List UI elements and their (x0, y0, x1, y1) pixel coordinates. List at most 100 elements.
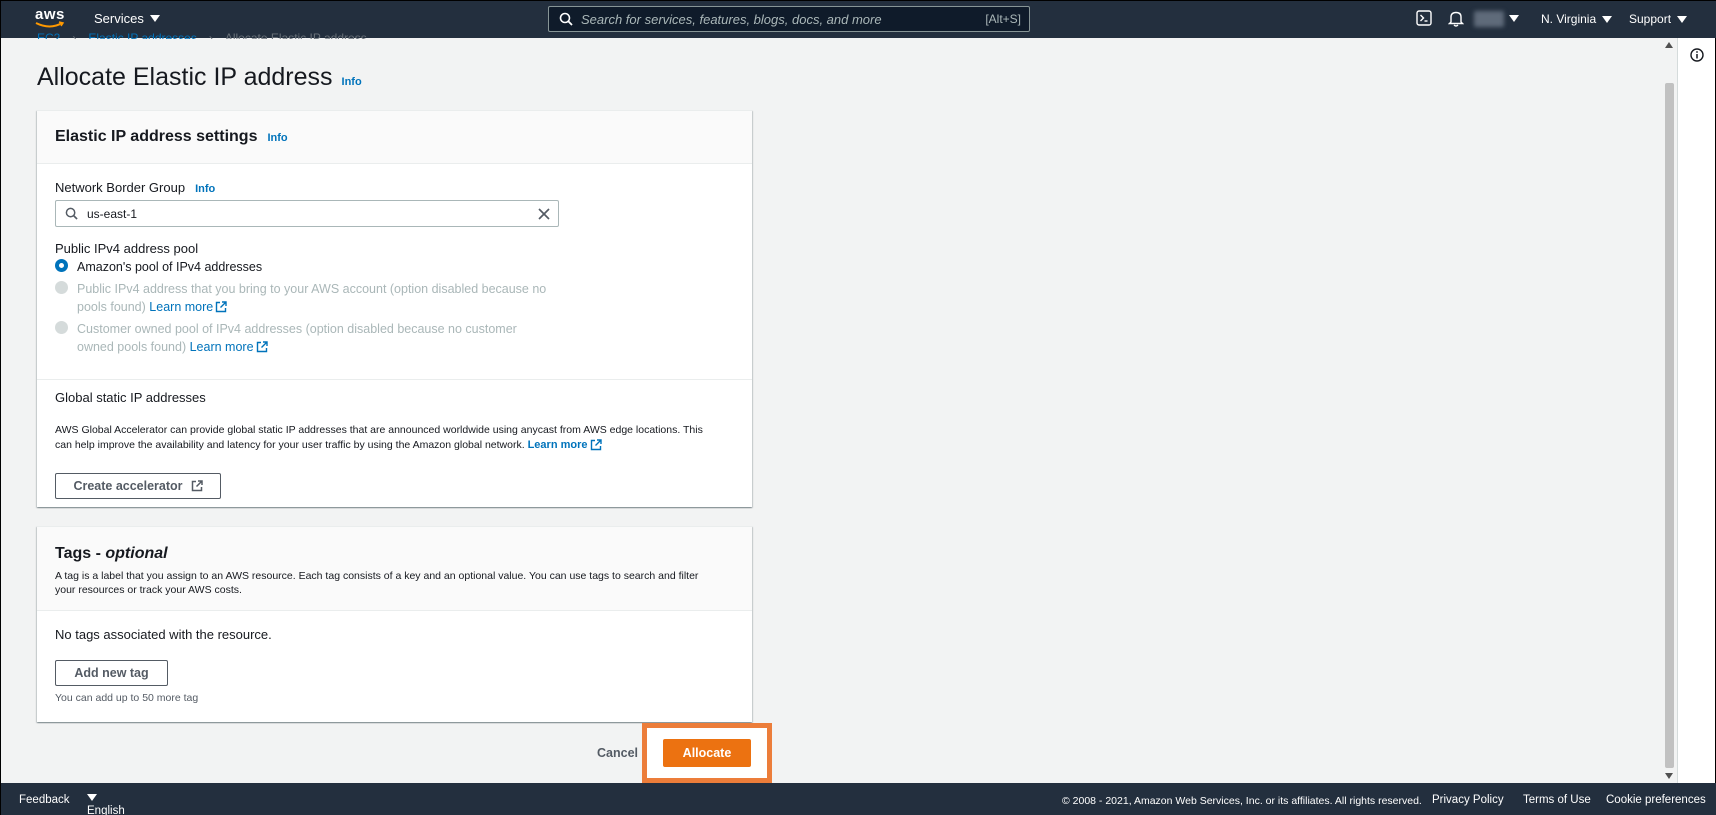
radio-amazon-pool-label: Amazon's pool of IPv4 addresses (77, 260, 263, 274)
radio-coip-line2: owned pools found) (77, 340, 187, 354)
tag-limit-note: You can add up to 50 more tag (55, 692, 199, 704)
services-menu-button[interactable]: Services (94, 11, 160, 26)
clear-icon[interactable] (538, 207, 550, 220)
scroll-up-arrow-icon[interactable] (1665, 42, 1673, 48)
ipv4-pool-label: Public IPv4 address pool (55, 241, 198, 256)
search-icon (559, 12, 573, 26)
info-icon[interactable] (1690, 48, 1704, 62)
ipv4-pool-label-text: Public IPv4 address pool (55, 241, 199, 256)
global-accelerator-desc-line2: can help improve the availability and la… (55, 438, 525, 451)
copyright-text: © 2008 - 2021, Amazon Web Services, Inc.… (1062, 795, 1422, 807)
account-menu-button[interactable] (1474, 11, 1504, 27)
create-accelerator-button[interactable]: Create accelerator (55, 473, 221, 499)
breadcrumb-item-elastic-ips[interactable]: Elastic IP addresses (88, 31, 197, 39)
aws-logo[interactable]: aws (35, 6, 67, 32)
feedback-link[interactable]: Feedback (19, 794, 70, 806)
coip-learn-more-text: Learn more (189, 340, 254, 354)
breadcrumb-separator: › (72, 31, 77, 39)
language-selector[interactable]: English (US) (87, 794, 125, 815)
tags-panel: Tags - optional A tag is a label that yo… (37, 526, 752, 722)
radio-coip-line1: Customer owned pool of IPv4 addresses (o… (77, 322, 517, 336)
radio-byoip-pool-label: Public IPv4 address that you bring to yo… (77, 280, 546, 316)
cloudshell-icon[interactable] (1416, 10, 1432, 26)
aws-smile-icon (35, 21, 65, 28)
elastic-ip-settings-panel: Elastic IP address settings Info Network… (37, 110, 752, 507)
console-footer: Feedback English (US) © 2008 - 2021, Ama… (1, 783, 1716, 815)
search-input[interactable] (581, 11, 986, 27)
page-info-link[interactable]: Info (342, 76, 362, 88)
external-link-icon (590, 439, 602, 450)
scrollbar-thumb[interactable] (1665, 83, 1674, 768)
region-selector[interactable]: N. Virginia (1541, 12, 1613, 26)
services-label: Services (94, 11, 144, 26)
coip-learn-more-link[interactable]: Learn more (190, 338, 268, 356)
no-tags-text: No tags associated with the resource. (55, 627, 272, 642)
tags-desc-line1: A tag is a label that you assign to an A… (55, 570, 699, 582)
network-border-group-select[interactable]: us-east-1 (55, 200, 559, 227)
network-border-group-label: Network Border Group Info (55, 180, 215, 195)
tags-description: A tag is a label that you assign to an A… (55, 570, 725, 597)
caret-down-icon (1677, 15, 1688, 23)
caret-down-icon (87, 794, 97, 801)
global-accelerator-desc-line1: AWS Global Accelerator can provide globa… (55, 424, 703, 436)
radio-customer-owned-pool: Customer owned pool of IPv4 addresses (o… (55, 320, 517, 356)
section-divider (37, 379, 752, 380)
caret-down-icon (149, 15, 160, 22)
global-accelerator-learn-more-link[interactable]: Learn more (528, 438, 602, 453)
radio-byoip-line1: Public IPv4 address that you bring to yo… (77, 282, 547, 296)
radio-byoip-line2: pools found) (77, 300, 146, 314)
external-link-icon (256, 341, 268, 353)
global-accelerator-description: AWS Global Accelerator can provide globa… (55, 423, 735, 452)
global-accelerator-learn-more-text: Learn more (527, 438, 588, 451)
cancel-button[interactable]: Cancel (597, 746, 638, 760)
language-label: English (US) (87, 805, 125, 815)
byoip-learn-more-link[interactable]: Learn more (149, 298, 227, 316)
allocate-button[interactable]: Allocate (663, 739, 751, 767)
support-label: Support (1629, 12, 1672, 26)
external-link-icon (216, 301, 227, 313)
scroll-down-arrow-icon[interactable] (1665, 773, 1673, 779)
page-scrollbar[interactable] (1662, 38, 1677, 783)
create-accelerator-label: Create accelerator (73, 479, 183, 493)
network-border-group-value: us-east-1 (87, 206, 138, 221)
caret-down-icon (1602, 15, 1613, 23)
settings-info-link[interactable]: Info (267, 132, 287, 144)
settings-panel-title: Elastic IP address settings (55, 128, 258, 145)
tags-desc-line2: your resources or track your AWS costs. (55, 583, 242, 596)
radio-button-selected[interactable] (55, 259, 68, 272)
global-search[interactable]: [Alt+S] (548, 6, 1030, 32)
breadcrumb-item-ec2[interactable]: EC2 (37, 31, 60, 39)
breadcrumb: EC2 › Elastic IP addresses › Allocate El… (37, 31, 367, 39)
radio-button-disabled (55, 281, 68, 294)
search-icon (65, 207, 78, 220)
network-border-group-label-text: Network Border Group (55, 180, 186, 195)
radio-amazon-pool[interactable]: Amazon's pool of IPv4 addresses (55, 258, 262, 276)
account-caret-icon[interactable] (1509, 15, 1519, 22)
help-panel-rail (1677, 38, 1715, 783)
add-new-tag-button[interactable]: Add new tag (55, 660, 168, 686)
tags-title-optional: optional (105, 545, 168, 562)
cookie-preferences-link[interactable]: Cookie preferences (1606, 794, 1706, 806)
privacy-policy-link[interactable]: Privacy Policy (1432, 794, 1504, 806)
external-link-icon (191, 480, 203, 492)
support-menu[interactable]: Support (1629, 12, 1688, 26)
add-new-tag-label: Add new tag (74, 666, 149, 680)
search-shortcut-hint: [Alt+S] (985, 12, 1021, 26)
byoip-learn-more-text: Learn more (149, 300, 214, 314)
notifications-bell-icon[interactable] (1448, 10, 1464, 27)
settings-panel-header: Elastic IP address settings Info (37, 111, 752, 164)
global-static-ip-label: Global static IP addresses (55, 390, 206, 405)
page-title: Allocate Elastic IP address Info (37, 63, 362, 92)
global-static-ip-label-text: Global static IP addresses (55, 390, 206, 405)
network-border-group-info-link[interactable]: Info (195, 183, 215, 195)
radio-customer-owned-pool-label: Customer owned pool of IPv4 addresses (o… (77, 320, 517, 356)
breadcrumb-separator: › (208, 31, 213, 39)
tags-panel-header: Tags - optional A tag is a label that yo… (37, 527, 752, 611)
page-title-text: Allocate Elastic IP address (37, 63, 333, 91)
tags-title-main: Tags - (55, 545, 106, 562)
tags-panel-title: Tags - optional (55, 545, 734, 563)
radio-byoip-pool: Public IPv4 address that you bring to yo… (55, 280, 546, 316)
terms-of-use-link[interactable]: Terms of Use (1523, 794, 1591, 806)
no-tags-message: No tags associated with the resource. (55, 627, 272, 642)
region-label: N. Virginia (1541, 12, 1597, 26)
